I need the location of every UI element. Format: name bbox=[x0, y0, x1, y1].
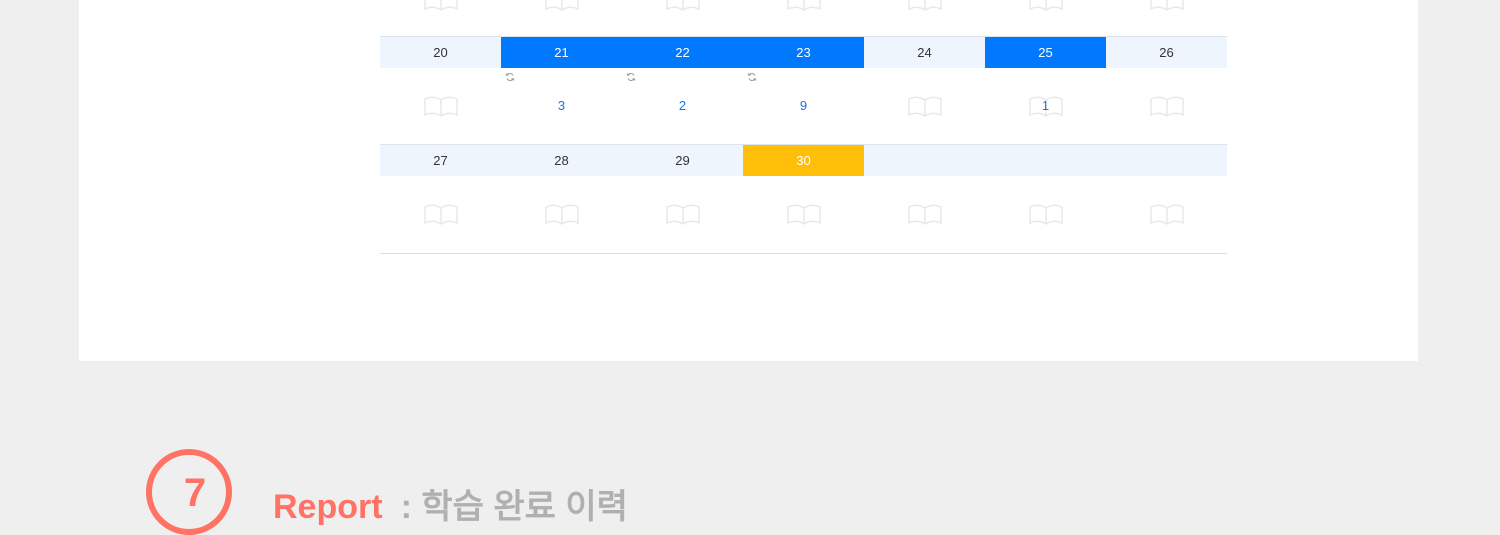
day-cell-empty bbox=[1106, 145, 1227, 176]
day-content bbox=[622, 176, 743, 253]
book-icon bbox=[544, 204, 579, 225]
book-icon bbox=[665, 204, 700, 225]
study-count-link[interactable]: 2 bbox=[622, 98, 743, 114]
book-icon bbox=[1028, 204, 1063, 225]
day-cell-empty bbox=[985, 145, 1106, 176]
day-content bbox=[1106, 176, 1227, 253]
book-icon bbox=[1028, 0, 1063, 11]
week-body: 3 2 9 1 bbox=[380, 68, 1227, 145]
calendar-panel: 20 21 22 23 24 25 26 3 2 9 1 27 28 29 30 bbox=[79, 0, 1418, 361]
day-cell[interactable]: 28 bbox=[501, 145, 622, 176]
book-icon bbox=[665, 0, 700, 11]
book-icon bbox=[786, 0, 821, 11]
book-icon bbox=[1149, 0, 1184, 11]
day-cell[interactable]: 21 bbox=[501, 37, 622, 68]
book-icon bbox=[1149, 204, 1184, 225]
section-number: 7 bbox=[183, 471, 207, 515]
day-cell-empty bbox=[864, 145, 985, 176]
week-header: 20 21 22 23 24 25 26 bbox=[380, 36, 1227, 68]
day-cell[interactable]: 25 bbox=[985, 37, 1106, 68]
week-body bbox=[380, 176, 1227, 253]
book-icon bbox=[907, 96, 942, 117]
section-title-en: Report bbox=[273, 488, 383, 526]
day-cell[interactable]: 24 bbox=[864, 37, 985, 68]
book-icon bbox=[907, 204, 942, 225]
study-count-link[interactable]: 9 bbox=[743, 98, 864, 114]
day-cell[interactable]: 29 bbox=[622, 145, 743, 176]
day-content: 2 bbox=[622, 68, 743, 145]
day-content bbox=[501, 176, 622, 253]
day-cell[interactable]: 20 bbox=[380, 37, 501, 68]
book-icon bbox=[786, 204, 821, 225]
section-title-ko: : 학습 완료 이력 bbox=[400, 488, 628, 526]
day-content bbox=[985, 176, 1106, 253]
book-icon bbox=[423, 204, 458, 225]
book-icon bbox=[544, 0, 579, 11]
day-content: 1 bbox=[985, 68, 1106, 145]
day-content bbox=[380, 68, 501, 145]
study-calendar: 20 21 22 23 24 25 26 3 2 9 1 27 28 29 30 bbox=[380, 0, 1227, 254]
day-content bbox=[864, 176, 985, 253]
day-content bbox=[1106, 68, 1227, 145]
section-title: Report : 학습 완료 이력 bbox=[273, 479, 628, 528]
day-cell-today[interactable]: 30 bbox=[743, 145, 864, 176]
book-icon bbox=[423, 96, 458, 117]
day-cell[interactable]: 23 bbox=[743, 37, 864, 68]
repeat-icon bbox=[626, 73, 636, 81]
day-content bbox=[380, 176, 501, 253]
day-content: 9 bbox=[743, 68, 864, 145]
book-icon bbox=[1149, 96, 1184, 117]
study-count-link[interactable]: 3 bbox=[501, 98, 622, 114]
repeat-icon bbox=[505, 73, 515, 81]
day-content bbox=[864, 68, 985, 145]
week-header: 27 28 29 30 bbox=[380, 144, 1227, 176]
day-content: 3 bbox=[501, 68, 622, 145]
book-icon bbox=[423, 0, 458, 11]
study-count-link[interactable]: 1 bbox=[985, 98, 1106, 114]
day-cell[interactable]: 27 bbox=[380, 145, 501, 176]
day-cell[interactable]: 22 bbox=[622, 37, 743, 68]
day-cell[interactable]: 26 bbox=[1106, 37, 1227, 68]
report-section-heading: 7 Report : 학습 완료 이력 bbox=[146, 449, 846, 535]
previous-week-body bbox=[380, 0, 1227, 36]
book-icon bbox=[907, 0, 942, 11]
day-content bbox=[743, 176, 864, 253]
repeat-icon bbox=[747, 73, 757, 81]
